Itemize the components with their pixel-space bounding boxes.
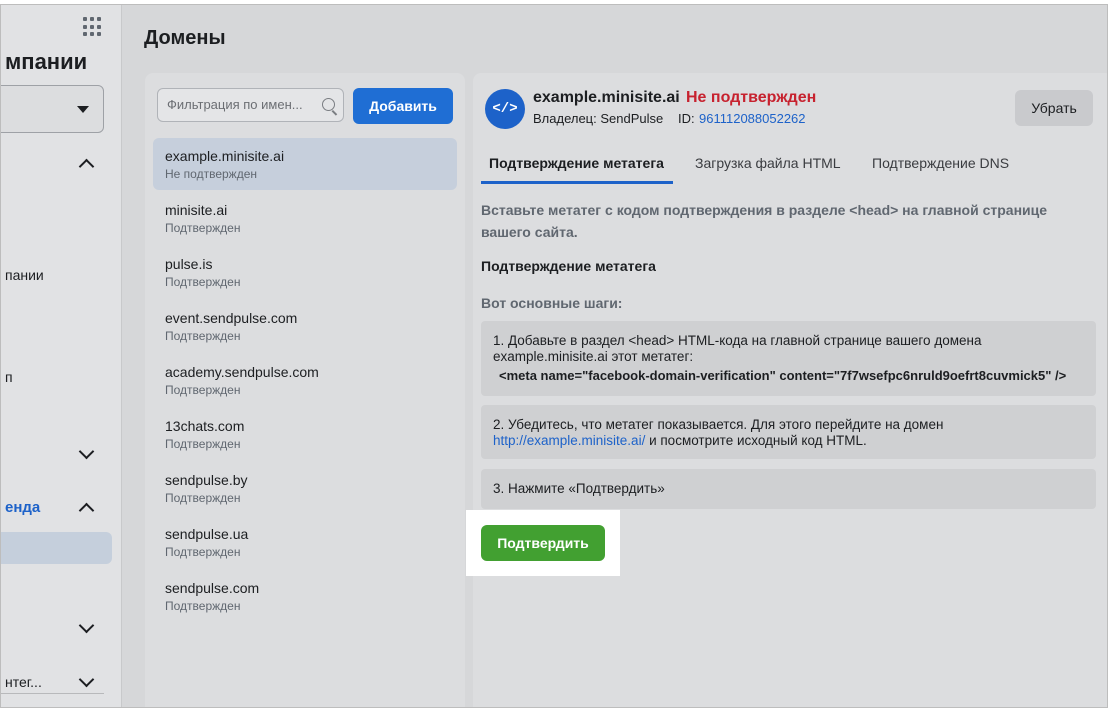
domain-list-item[interactable]: academy.sendpulse.com Подтвержден <box>153 354 457 408</box>
domain-list-item[interactable]: minisite.ai Подтвержден <box>153 192 457 246</box>
tab-html-file[interactable]: Загрузка файла HTML <box>695 155 841 171</box>
sidebar-item-integrations[interactable]: нтег... <box>5 674 42 690</box>
id-value: 961112088052262 <box>699 111 806 126</box>
domain-list-panel: Добавить example.minisite.ai Не подтверж… <box>145 73 465 707</box>
domain-list-item[interactable]: sendpulse.by Подтвержден <box>153 462 457 516</box>
domain-link[interactable]: http://example.minisite.ai/ <box>493 433 645 448</box>
domain-name: pulse.is <box>165 256 213 272</box>
add-domain-button[interactable]: Добавить <box>353 88 453 124</box>
chevron-down-icon[interactable] <box>78 617 95 634</box>
steps-title: Вот основные шаги: <box>481 295 623 311</box>
domain-status: Подтвержден <box>165 491 241 505</box>
domain-status: Подтвержден <box>165 437 241 451</box>
chevron-up-icon[interactable] <box>78 158 95 175</box>
step-1-text: 1. Добавьте в раздел <head> HTML-кода на… <box>493 333 982 364</box>
status-badge: Не подтвержден <box>686 89 817 106</box>
step-2: 2. Убедитесь, что метатег показывается. … <box>481 405 1096 459</box>
apps-grid-icon[interactable] <box>83 17 103 37</box>
step-2-text: 2. Убедитесь, что метатег показывается. … <box>493 417 944 432</box>
domain-name: event.sendpulse.com <box>165 310 298 326</box>
intro-text: Вставьте метатег с кодом подтверждения в… <box>481 202 1048 240</box>
step-2-tail: и посмотрите исходный код HTML. <box>645 433 867 448</box>
section-title: Подтверждение метатега <box>481 258 656 274</box>
domain-name: sendpulse.ua <box>165 526 249 542</box>
verification-tabs: Подтверждение метатега Загрузка файла HT… <box>481 147 1103 185</box>
domain-list-item[interactable]: 13chats.com Подтвержден <box>153 408 457 462</box>
domain-status: Подтвержден <box>165 599 241 613</box>
meta-tag-code: <meta name="facebook-domain-verification… <box>499 368 1067 383</box>
domain-status: Подтвержден <box>165 329 241 343</box>
tab-meta-tag[interactable]: Подтверждение метатега <box>489 155 664 171</box>
domain-name: example.minisite.ai <box>165 148 285 164</box>
sidebar-title: мпании <box>5 49 88 74</box>
chevron-down-icon[interactable] <box>78 671 95 688</box>
step-3-text: 3. Нажмите «Подтвердить» <box>493 481 665 496</box>
filter-field[interactable] <box>157 88 344 122</box>
sidebar-item-companies[interactable]: пании <box>5 267 44 283</box>
caret-down-icon <box>77 106 89 113</box>
confirm-highlight: Подтвердить <box>466 510 620 576</box>
sidebar: мпании пании п енда нтег... <box>1 5 122 707</box>
remove-button[interactable]: Убрать <box>1015 90 1093 126</box>
domain-name: sendpulse.by <box>165 472 248 488</box>
search-icon <box>322 98 335 111</box>
domain-name: sendpulse.com <box>165 580 260 596</box>
id-label: ID: <box>678 111 695 126</box>
domain-name: 13chats.com <box>165 418 245 434</box>
domain-status: Не подтвержден <box>165 167 257 181</box>
domain-list-item[interactable]: pulse.is Подтвержден <box>153 246 457 300</box>
domain-status: Подтвержден <box>165 545 241 559</box>
detail-domain-name: example.minisite.ai <box>533 89 680 106</box>
code-icon: </> <box>485 89 525 129</box>
divider <box>1 693 104 694</box>
domain-name: minisite.ai <box>165 202 228 218</box>
tab-dns[interactable]: Подтверждение DNS <box>872 155 1009 171</box>
domain-status: Подтвержден <box>165 221 241 235</box>
owner-label: Владелец: SendPulse <box>533 111 664 126</box>
domain-list: example.minisite.ai Не подтвержден minis… <box>153 138 457 624</box>
chevron-down-icon[interactable] <box>78 443 95 460</box>
domain-name: academy.sendpulse.com <box>165 364 319 380</box>
filter-input[interactable] <box>167 97 315 112</box>
sidebar-section-brand[interactable]: енда <box>5 499 40 516</box>
domain-status: Подтвержден <box>165 275 241 289</box>
domain-detail-panel: </> example.minisite.ai Не подтвержден В… <box>473 73 1107 707</box>
confirm-button[interactable]: Подтвердить <box>481 525 605 561</box>
domain-list-item[interactable]: sendpulse.com Подтвержден <box>153 570 457 624</box>
step-1: 1. Добавьте в раздел <head> HTML-кода на… <box>481 321 1096 396</box>
domain-list-item[interactable]: event.sendpulse.com Подтвержден <box>153 300 457 354</box>
page-title: Домены <box>144 27 226 49</box>
chevron-up-icon[interactable] <box>78 502 95 519</box>
step-3: 3. Нажмите «Подтвердить» <box>481 469 1096 509</box>
sidebar-item-domains-active[interactable] <box>1 532 112 564</box>
sidebar-business-select[interactable] <box>1 85 104 133</box>
sidebar-item-partial[interactable]: п <box>5 369 13 385</box>
app-window: мпании пании п енда нтег... Домены Добав… <box>0 4 1108 708</box>
domain-status: Подтвержден <box>165 383 241 397</box>
domain-list-item[interactable]: sendpulse.ua Подтвержден <box>153 516 457 570</box>
active-tab-indicator <box>481 181 673 184</box>
domain-list-item[interactable]: example.minisite.ai Не подтвержден <box>153 138 457 190</box>
